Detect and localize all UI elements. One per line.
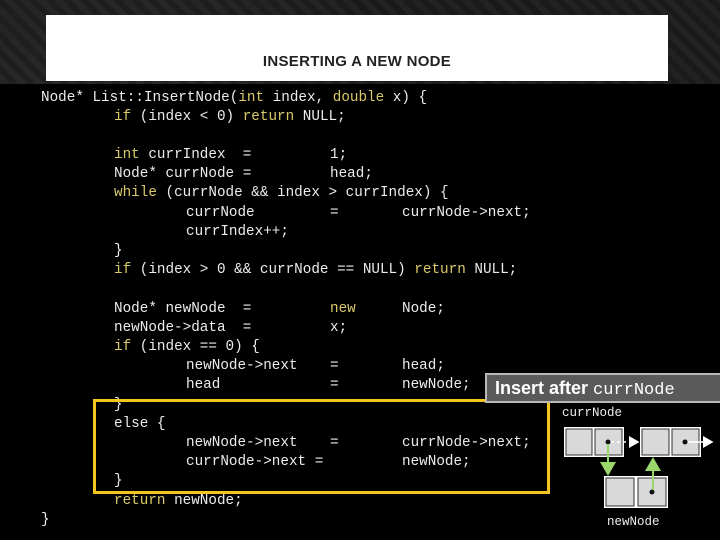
- pointer-dot: [649, 489, 655, 495]
- pointer-dot: [682, 439, 688, 445]
- pointer-dot: [605, 439, 611, 445]
- node-data-cell: [641, 428, 670, 456]
- list-node-new: [604, 476, 668, 508]
- linked-list-diagram: [564, 427, 714, 508]
- node-data-cell: [605, 477, 635, 507]
- list-node-current: [564, 427, 624, 457]
- node-data-cell: [565, 428, 593, 456]
